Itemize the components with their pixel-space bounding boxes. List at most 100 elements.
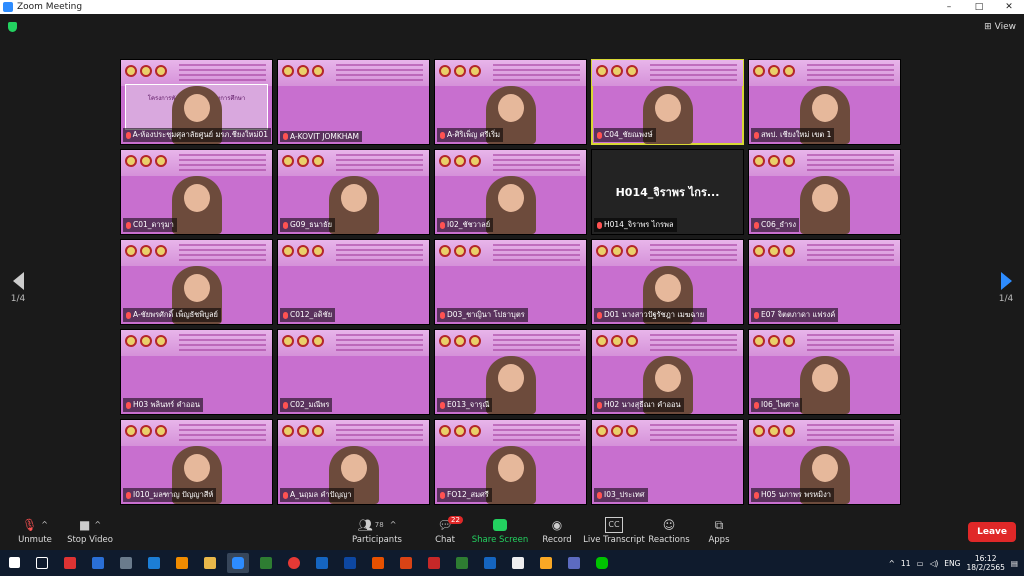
org-logos (125, 335, 167, 347)
participant-tile[interactable]: H02 นางสุธีณา คำออน (591, 329, 744, 415)
task-view-button[interactable] (31, 553, 53, 573)
org-logos (125, 425, 167, 437)
taskbar-app-chrome[interactable] (283, 553, 305, 573)
participant-tile[interactable]: A-KOVIT JOMKHAM (277, 59, 430, 145)
participants-button[interactable]: 👥︎ 78 ^ Participants (342, 518, 412, 545)
participant-tile[interactable]: โครงการพัฒนาบุคลากรทางการศึกษาA-ห้องประช… (120, 59, 273, 145)
taskbar-app-powerpoint[interactable] (395, 553, 417, 573)
minimize-button[interactable]: – (934, 2, 964, 12)
volume-icon[interactable]: ◁) (930, 559, 939, 568)
participant-name: A-KOVIT JOMKHAM (290, 132, 360, 141)
qr-app-icon (512, 557, 524, 569)
chevron-up-icon[interactable]: ^ (41, 518, 48, 532)
taskbar-app-store[interactable] (563, 553, 585, 573)
taskbar-app-mail[interactable] (143, 553, 165, 573)
taskbar-app-calculator[interactable] (115, 553, 137, 573)
participant-tile[interactable]: A_นฤมล คำปัญญา (277, 419, 430, 505)
participant-tile[interactable]: FO12_สมศรี (434, 419, 587, 505)
taskbar-app-calendar[interactable] (87, 553, 109, 573)
muted-mic-icon (754, 491, 759, 499)
participant-name-label: I02_ชัชวาลย์ (437, 218, 494, 232)
banner-text-decoration (493, 424, 580, 442)
chevron-up-icon[interactable]: ^ (390, 518, 397, 532)
banner-text-decoration (179, 334, 266, 352)
participant-tile[interactable]: H014_จิราพร ไกร... H014_จิราพร ไกรพล (591, 149, 744, 235)
participant-tile[interactable]: I03_ประเทศ (591, 419, 744, 505)
tray-badge[interactable]: 11 (901, 559, 911, 568)
participants-label: Participants (352, 535, 402, 545)
participant-tile[interactable]: E013_จารุณี (434, 329, 587, 415)
close-button[interactable]: ✕ (994, 2, 1024, 12)
participant-tile[interactable]: สพป. เชียงใหม่ เขต 1 (748, 59, 901, 145)
taskbar-app-excel[interactable] (451, 553, 473, 573)
taskbar-app-explorer[interactable] (535, 553, 557, 573)
banner-text-decoration (650, 64, 737, 82)
participant-tile[interactable]: C012_อดิชัย (277, 239, 430, 325)
language-indicator[interactable]: ENG (944, 559, 960, 568)
maximize-button[interactable]: □ (964, 2, 994, 12)
taskbar-app-word[interactable] (479, 553, 501, 573)
participant-tile[interactable]: I010_มลฑาญ ปัญญาสีห์ (120, 419, 273, 505)
participant-tile[interactable]: E07 จิตตภาดา แฟรงค์ (748, 239, 901, 325)
participant-tile[interactable]: C02_มณีพร (277, 329, 430, 415)
org-logos (753, 245, 795, 257)
participant-tile[interactable]: H03 พลินทร์ คำออน (120, 329, 273, 415)
chat-badge: 22 (448, 516, 463, 524)
notifications-icon[interactable]: ▤ (1011, 559, 1018, 568)
participant-video (799, 356, 850, 414)
stop-video-label: Stop Video (67, 535, 113, 545)
network-icon[interactable]: ▭ (916, 559, 923, 568)
share-screen-label: Share Screen (471, 535, 529, 545)
clock[interactable]: 16:12 18/2/2565 (966, 554, 1004, 572)
participant-tile[interactable]: H05 นภาพร พรหมิงา (748, 419, 901, 505)
participant-name-label: FO12_สมศรี (437, 488, 492, 502)
apps-button[interactable]: ⧉ Apps (684, 518, 754, 545)
banner-text-decoration (650, 244, 737, 262)
tray-overflow-icon[interactable]: ^ (889, 559, 895, 568)
taskbar-app-flag[interactable] (59, 553, 81, 573)
muted-mic-icon (597, 401, 602, 409)
taskbar-app-acrobat[interactable] (423, 553, 445, 573)
taskbar-app-line[interactable] (591, 553, 613, 573)
next-page-button[interactable]: 1/4 (996, 272, 1016, 304)
apps-icon: ⧉ (714, 518, 724, 532)
participant-tile[interactable]: A-ชัยพรศักดิ์ เพ็ญธัชพิบูลย์ (120, 239, 273, 325)
start-button[interactable] (3, 553, 25, 573)
security-shield-icon[interactable] (8, 22, 17, 32)
participant-name-label: D03_ชาญินา โปธาบุตร (437, 308, 528, 322)
participant-tile[interactable]: G09_ธนาธัย (277, 149, 430, 235)
view-button[interactable]: ⊞ View (984, 22, 1016, 32)
participant-tile[interactable]: C01_ดารุมา (120, 149, 273, 235)
participant-name-label: I06_ไพศาล (751, 398, 802, 412)
participant-tile[interactable]: D03_ชาญินา โปธาบุตร (434, 239, 587, 325)
unmute-label: Unmute (18, 535, 52, 545)
participant-tile[interactable]: I06_ไพศาล (748, 329, 901, 415)
participant-name-label: C01_ดารุมา (123, 218, 177, 232)
muted-mic-icon (597, 491, 602, 499)
taskbar-app-illustrator[interactable] (367, 553, 389, 573)
taskbar-app-xampp[interactable] (171, 553, 193, 573)
taskbar-app-qr[interactable] (507, 553, 529, 573)
banner-text-decoration (336, 244, 423, 262)
taskbar-app-zoom[interactable] (227, 553, 249, 573)
store-app-icon (568, 557, 580, 569)
participant-tile[interactable]: D01 นางสาวปัฐรัชฎา เมฆฉาย (591, 239, 744, 325)
prev-page-button[interactable]: 1/4 (8, 272, 28, 304)
banner-text-decoration (493, 334, 580, 352)
taskbar-app-photoshop[interactable] (311, 553, 333, 573)
muted-mic-icon (283, 491, 288, 499)
participant-tile[interactable]: C04_ชัยณพงษ์ (591, 59, 744, 145)
windows-logo-icon (8, 557, 20, 568)
participant-tile[interactable]: C06_ธำรง (748, 149, 901, 235)
leave-button[interactable]: Leave (968, 522, 1016, 542)
taskbar-app-photoshop-2[interactable] (339, 553, 361, 573)
org-logos (282, 155, 324, 167)
chevron-up-icon[interactable]: ^ (94, 518, 101, 532)
stop-video-button[interactable]: ■ ^ Stop Video (55, 518, 125, 545)
participant-tile[interactable]: A-ศิริเพ็ญ ศรีเริ่ม (434, 59, 587, 145)
participant-video (799, 176, 850, 234)
participant-tile[interactable]: I02_ชัชวาลย์ (434, 149, 587, 235)
taskbar-app-dreamweaver[interactable] (255, 553, 277, 573)
taskbar-app-tool[interactable] (199, 553, 221, 573)
participant-name-label: I03_ประเทศ (594, 488, 648, 502)
